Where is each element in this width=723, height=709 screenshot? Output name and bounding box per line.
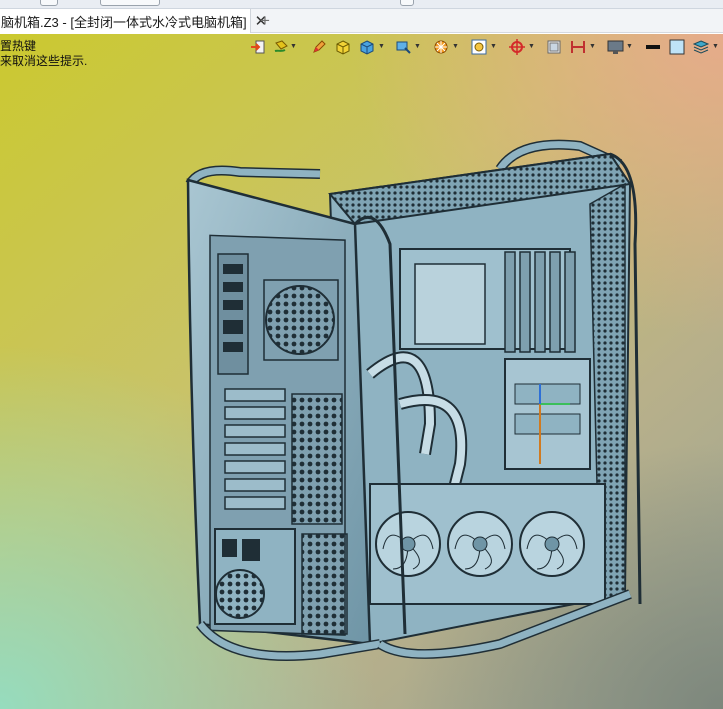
3d-viewport[interactable]: 置热键 来取消这些提示. ▼ ▼ ▼ ▼ ▼ ▼ ▼ ▼ ▼ <box>0 34 723 709</box>
layer-icon[interactable] <box>546 38 562 55</box>
title-bar-field[interactable] <box>100 0 160 6</box>
monitor-icon[interactable]: ▼ <box>607 38 633 55</box>
pc-case-model[interactable] <box>170 124 650 684</box>
square-blue-icon[interactable] <box>669 38 685 55</box>
pen-icon[interactable] <box>311 38 327 55</box>
new-tab-button[interactable]: + <box>260 11 270 31</box>
hotkey-hint-line-2: 来取消这些提示. <box>0 54 88 68</box>
import-icon[interactable] <box>250 38 266 55</box>
line-black-icon[interactable] <box>645 38 661 55</box>
title-bar <box>0 0 723 9</box>
view-toolbar: ▼ ▼ ▼ ▼ ▼ ▼ ▼ ▼ ▼ <box>247 34 723 58</box>
dimension-icon[interactable]: ▼ <box>570 38 596 55</box>
document-tab[interactable]: 脑机箱.Z3 - [全封闭一体式水冷式电脑机箱] ✕ <box>0 9 267 33</box>
box-select-icon[interactable]: ▼ <box>395 38 421 55</box>
document-tab-bar: 脑机箱.Z3 - [全封闭一体式水冷式电脑机箱] ✕ + <box>0 9 723 33</box>
title-bar-button[interactable] <box>400 0 414 6</box>
zoom-box-icon[interactable]: ▼ <box>471 38 497 55</box>
wheel-icon[interactable]: ▼ <box>433 38 459 55</box>
stack-icon[interactable]: ▼ <box>693 38 719 55</box>
title-bar-button[interactable] <box>40 0 58 6</box>
paint-icon[interactable]: ▼ <box>273 38 297 55</box>
cube-yellow-icon[interactable] <box>335 38 351 55</box>
cube-blue-icon[interactable]: ▼ <box>359 38 385 55</box>
document-tab-label: 脑机箱.Z3 - [全封闭一体式水冷式电脑机箱] <box>1 14 247 30</box>
crosshair-icon[interactable]: ▼ <box>509 38 535 55</box>
